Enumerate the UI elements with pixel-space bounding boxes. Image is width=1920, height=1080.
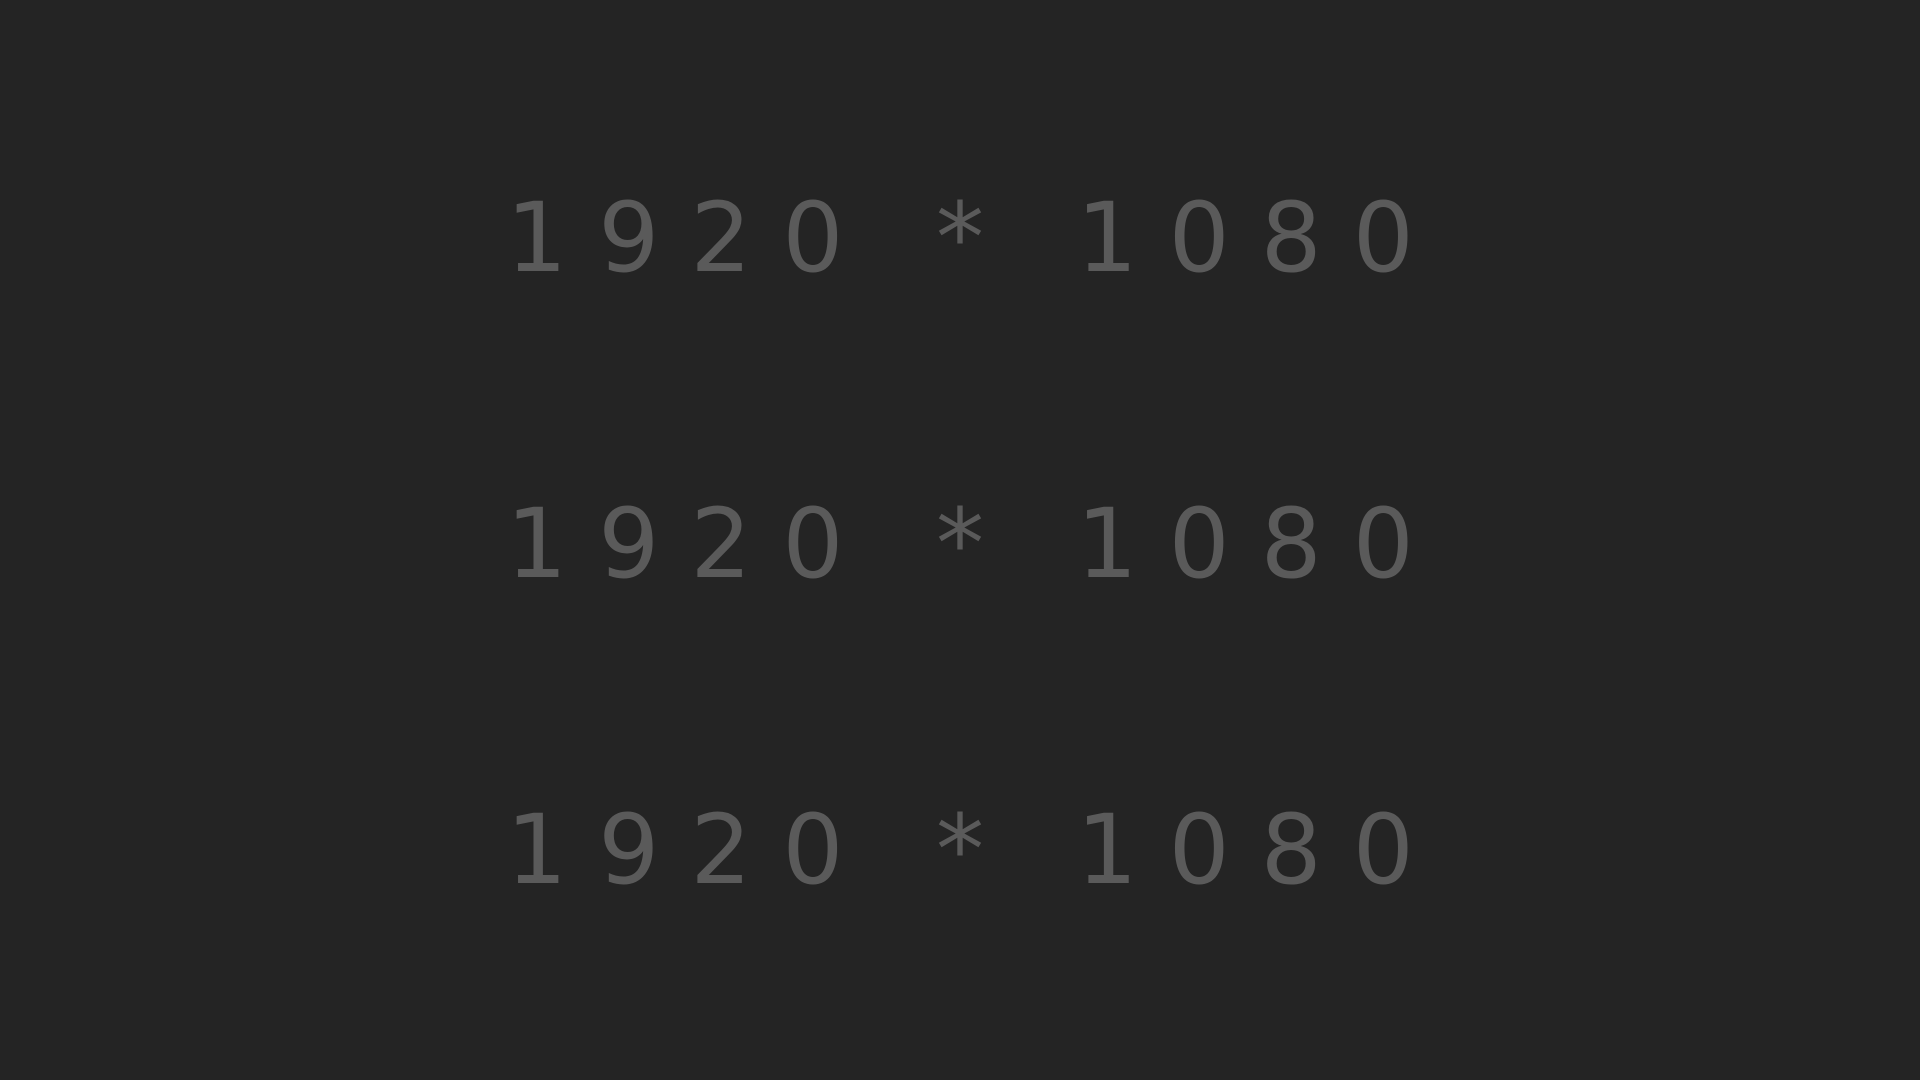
resolution-text-3: 1920 * 1080	[506, 794, 1445, 906]
resolution-text-1: 1920 * 1080	[506, 182, 1445, 294]
resolution-text-2: 1920 * 1080	[506, 488, 1445, 600]
resolution-placeholder-canvas: 1920 * 1080 1920 * 1080 1920 * 1080	[0, 0, 1920, 1080]
